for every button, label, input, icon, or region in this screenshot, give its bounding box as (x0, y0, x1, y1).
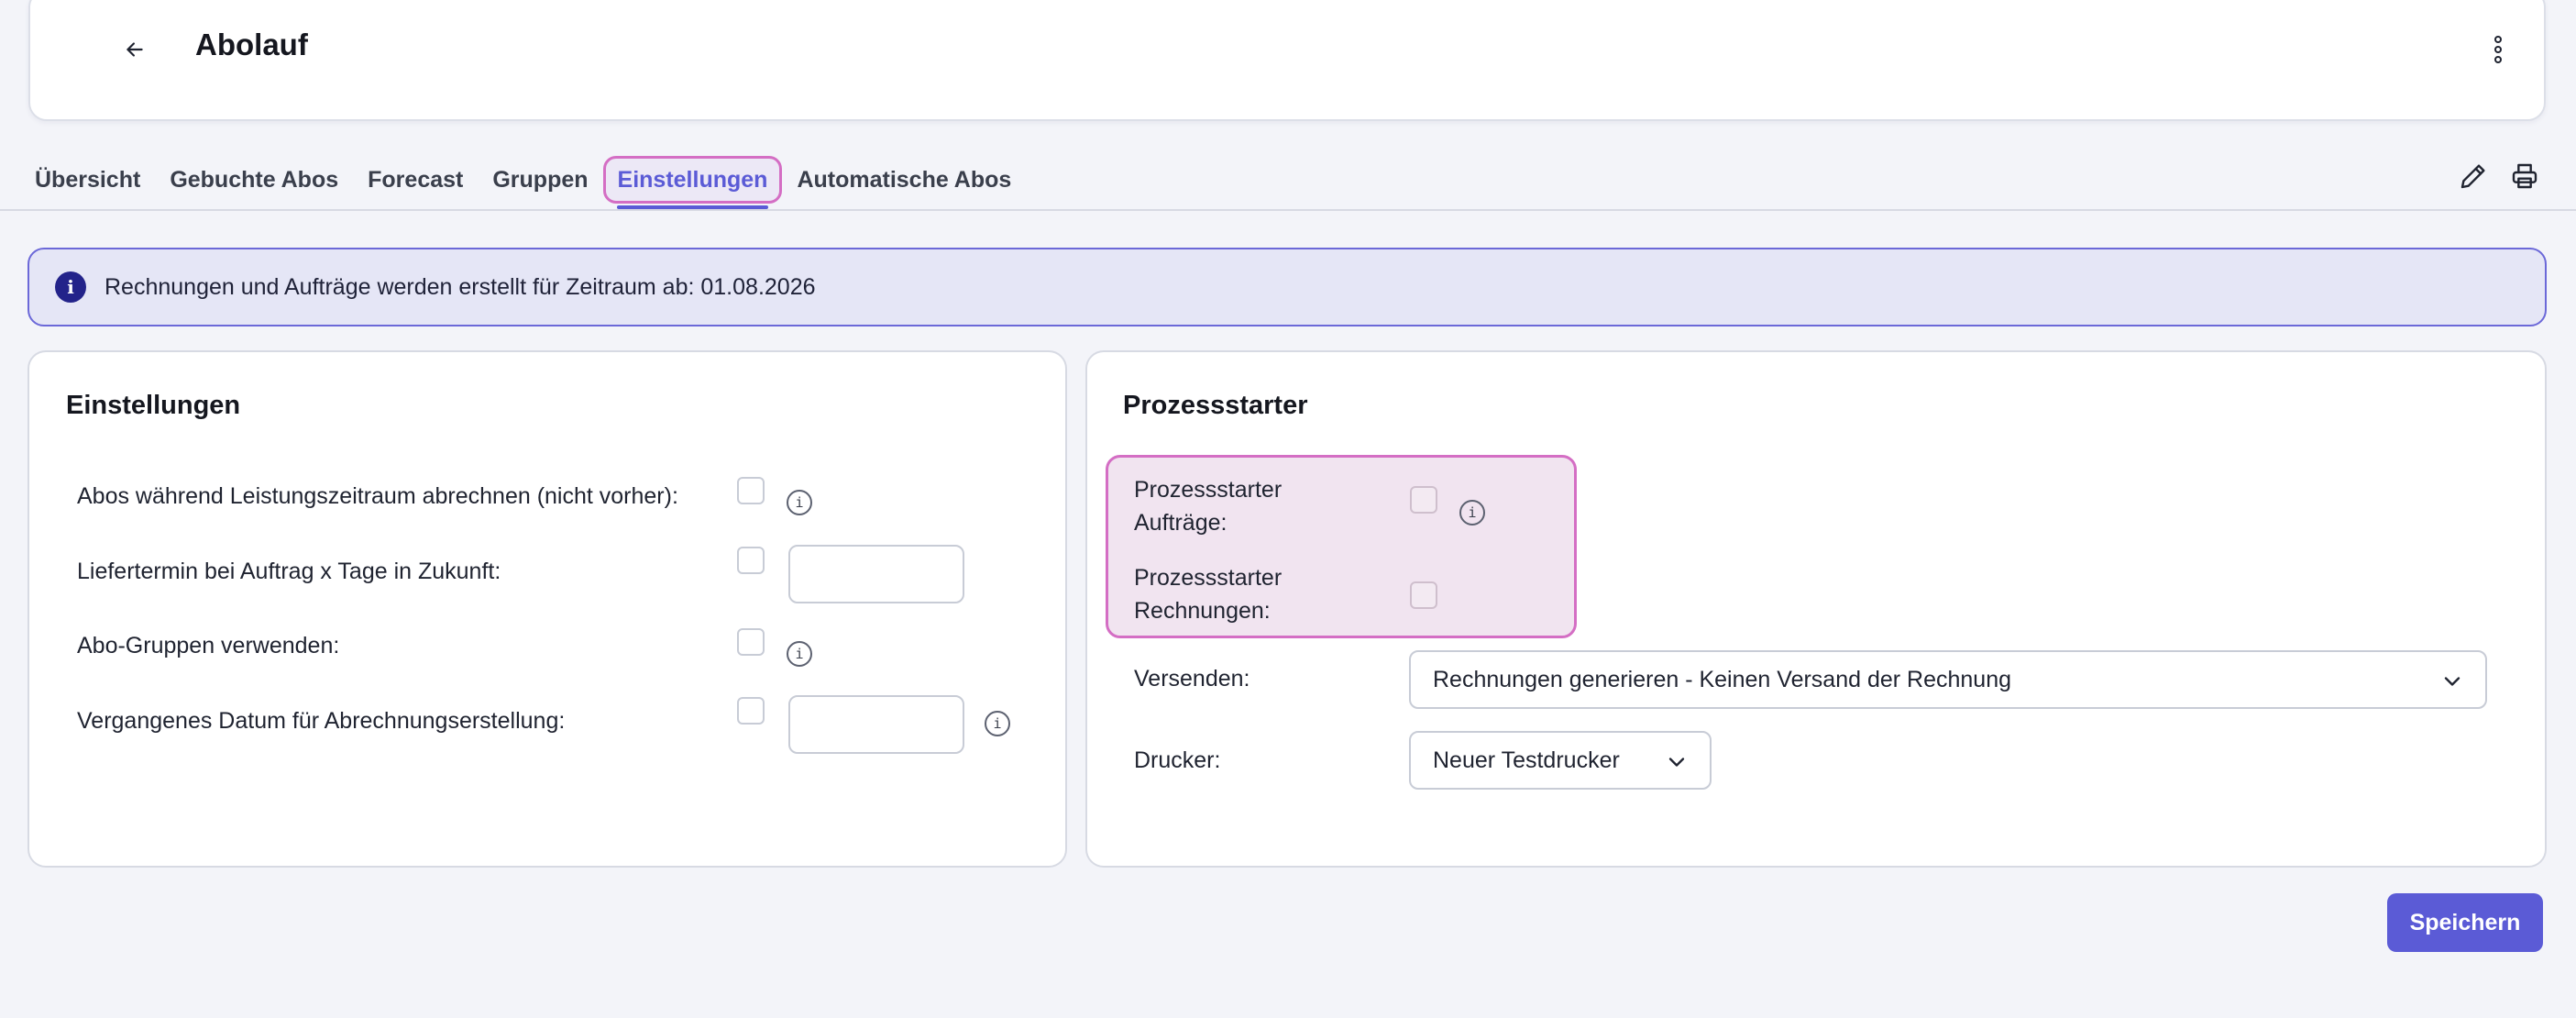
process-invoices-label-line1: Prozessstarter (1134, 565, 1282, 591)
tab-einstellungen[interactable]: Einstellungen (602, 156, 783, 209)
tab-uebersicht[interactable]: Übersicht (35, 156, 155, 204)
abo-gruppen-checkbox[interactable] (737, 628, 765, 656)
tab-automatische-abos[interactable]: Automatische Abos (782, 156, 1026, 204)
more-vertical-icon (2494, 36, 2502, 63)
info-circle-icon[interactable]: i (985, 711, 1010, 736)
chevron-down-icon (2444, 677, 2460, 686)
settings-card (28, 350, 1067, 868)
edit-button[interactable] (2455, 158, 2492, 194)
tab-forecast[interactable]: Forecast (353, 156, 478, 204)
more-options-button[interactable] (2480, 31, 2516, 68)
info-circle-icon[interactable]: i (1459, 500, 1485, 526)
info-circle-icon[interactable]: i (787, 641, 812, 667)
back-button[interactable] (116, 31, 153, 68)
send-label: Versenden: (1134, 666, 1250, 692)
tab-gebuchte-abos[interactable]: Gebuchte Abos (155, 156, 353, 204)
print-button[interactable] (2506, 158, 2543, 194)
tab-divider (0, 209, 2576, 211)
settings-title: Einstellungen (66, 391, 241, 420)
setting-label-liefertermin: Liefertermin bei Auftrag x Tage in Zukun… (77, 559, 501, 584)
arrow-left-icon (127, 42, 143, 57)
chevron-down-icon (1668, 758, 1685, 767)
printer-select-value: Neuer Testdrucker (1433, 747, 1620, 773)
info-icon: i (55, 271, 86, 303)
tab-bar: Übersicht Gebuchte Abos Forecast Gruppen… (35, 156, 1026, 211)
leistungszeitraum-checkbox[interactable] (737, 477, 765, 504)
info-banner: i Rechnungen und Aufträge werden erstell… (28, 248, 2547, 326)
liefertermin-checkbox[interactable] (737, 547, 765, 574)
liefertermin-days-input[interactable] (788, 545, 964, 603)
process-orders-label-line1: Prozessstarter (1134, 477, 1282, 503)
process-orders-label-line2: Aufträge: (1134, 510, 1227, 536)
process-orders-checkbox[interactable] (1410, 486, 1437, 514)
vergangenes-datum-checkbox[interactable] (737, 697, 765, 725)
setting-label-abo-gruppen: Abo-Gruppen verwenden: (77, 633, 340, 658)
tab-gruppen[interactable]: Gruppen (478, 156, 602, 204)
send-select[interactable]: Rechnungen generieren - Keinen Versand d… (1409, 650, 2487, 709)
info-banner-text: Rechnungen und Aufträge werden erstellt … (105, 273, 816, 300)
save-button[interactable]: Speichern (2387, 893, 2543, 952)
process-invoices-label-line2: Rechnungen: (1134, 598, 1271, 624)
send-select-value: Rechnungen generieren - Keinen Versand d… (1433, 666, 2012, 692)
vergangenes-datum-input[interactable] (788, 695, 964, 754)
setting-label-vergangenes-datum: Vergangenes Datum für Abrechnungserstell… (77, 708, 566, 734)
pencil-icon (2460, 164, 2485, 189)
printer-select[interactable]: Neuer Testdrucker (1409, 731, 1712, 790)
process-starter-title: Prozessstarter (1123, 391, 1308, 420)
info-circle-icon[interactable]: i (787, 490, 812, 515)
setting-label-leistungszeitraum: Abos während Leistungszeitraum abrechnen… (77, 483, 678, 509)
printer-icon (2512, 163, 2537, 189)
header-card: Abolauf (28, 0, 2546, 121)
page-title: Abolauf (195, 28, 308, 61)
printer-label: Drucker: (1134, 747, 1221, 773)
process-invoices-checkbox[interactable] (1410, 581, 1437, 609)
